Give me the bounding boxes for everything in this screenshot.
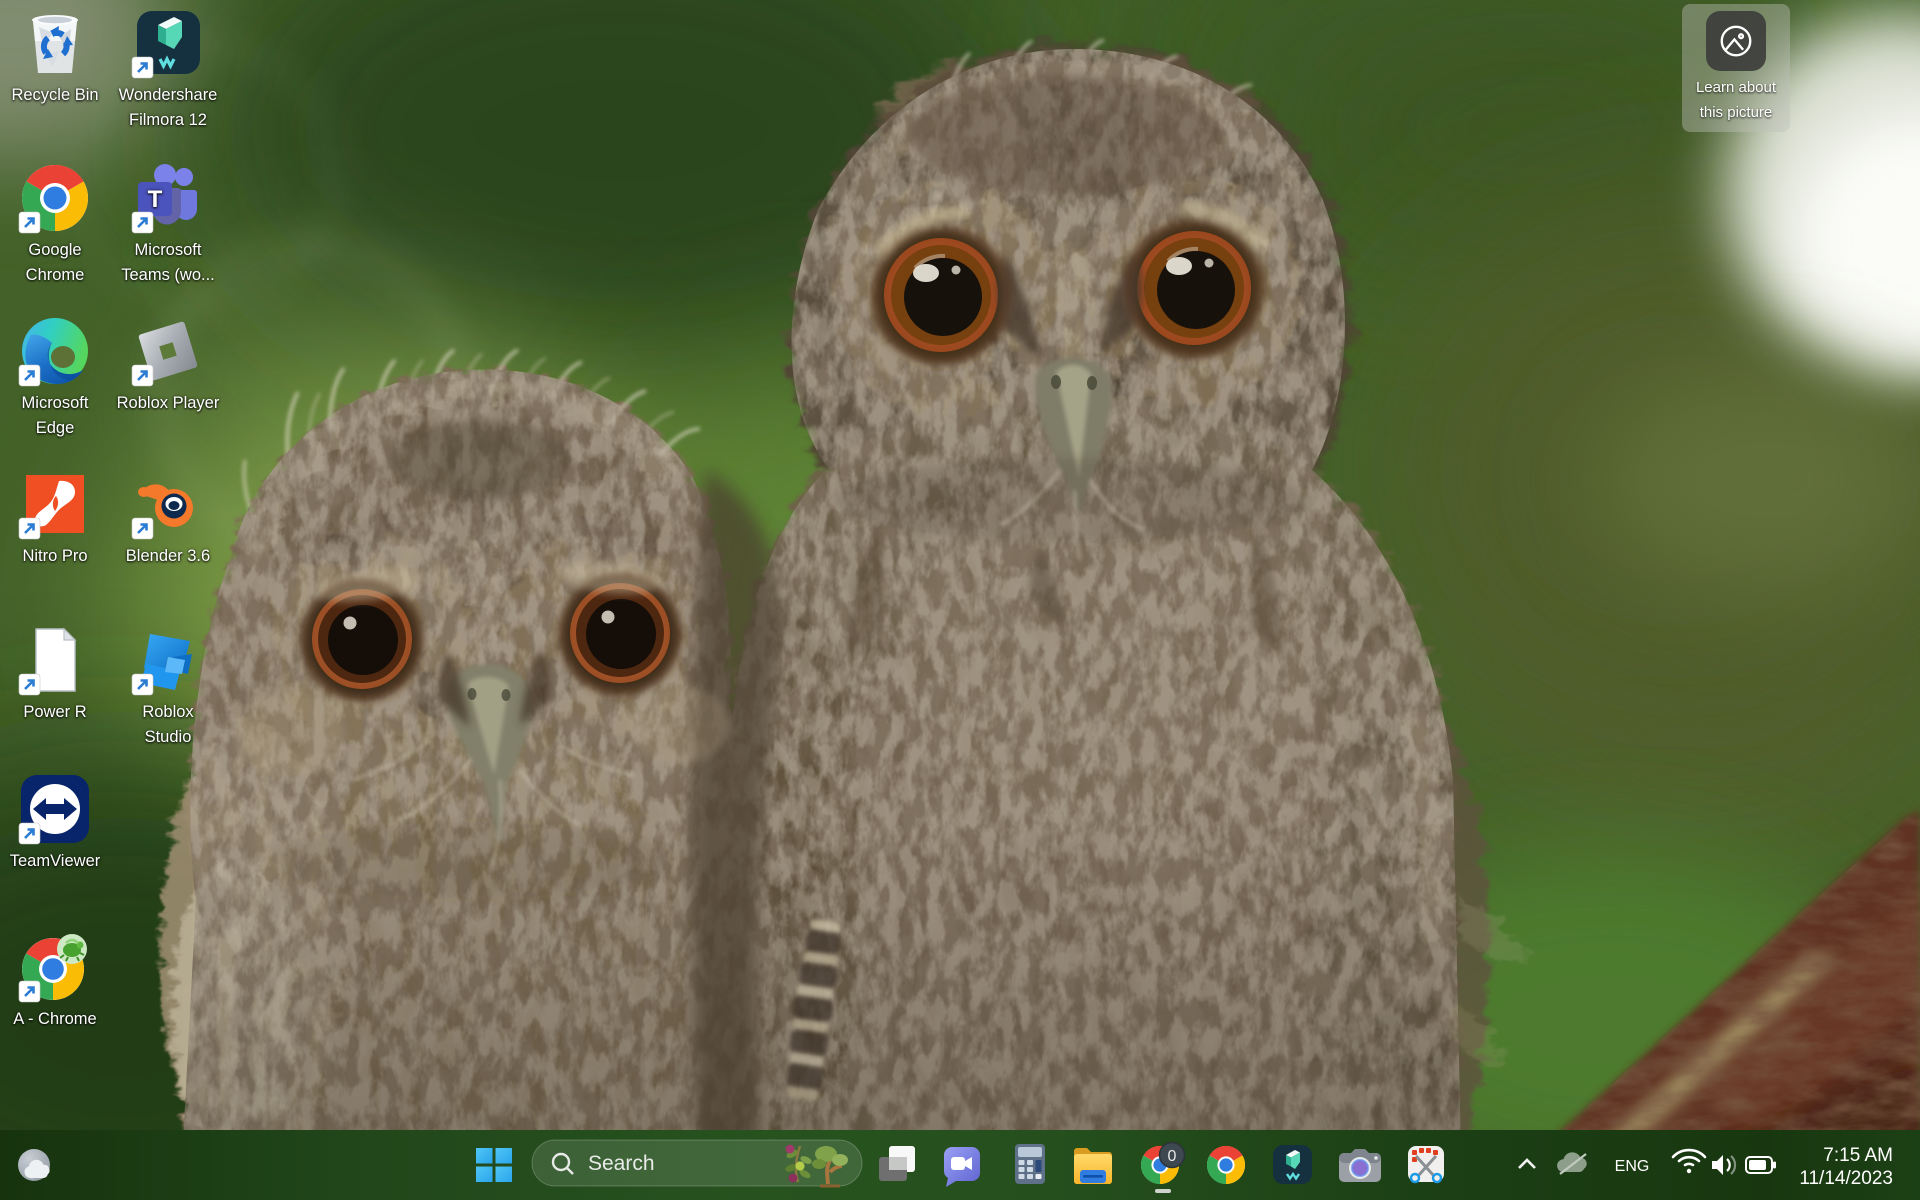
svg-text:ENG: ENG [1615,1158,1650,1175]
svg-text:0: 0 [1168,1148,1177,1165]
svg-text:T: T [148,186,163,213]
svg-text:Search: Search [588,1152,655,1175]
